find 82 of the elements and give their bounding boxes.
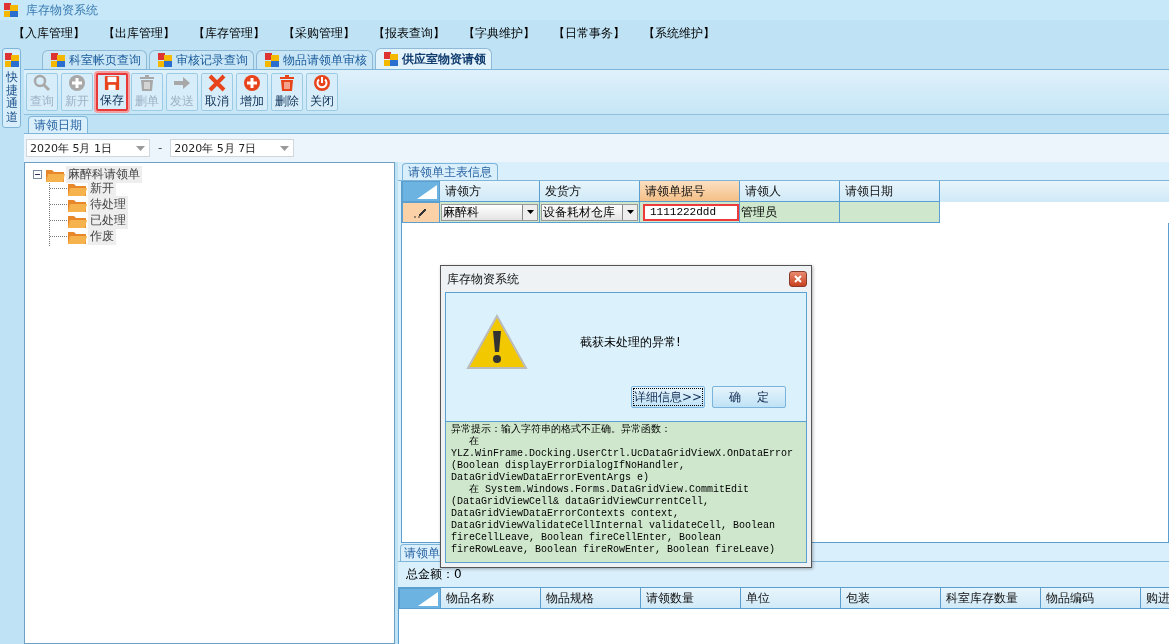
column-header[interactable]: 物品规格 bbox=[541, 588, 641, 609]
error-detail-line: fireRowLeave, Boolean fireRowEnter, Boolean fireLeave) bbox=[451, 544, 777, 556]
menu-item[interactable]: 【字典维护】 bbox=[463, 24, 535, 42]
close-button[interactable] bbox=[789, 271, 807, 287]
arrow-right-icon bbox=[173, 74, 191, 92]
error-detail-line: DataGridViewDataErrorEventArgs e) bbox=[451, 472, 651, 484]
error-detail-line: DataGridViewDataErrorContexts context, bbox=[451, 508, 681, 520]
range-separator: - bbox=[158, 141, 163, 155]
tree-item[interactable]: 麻醉科请领单 bbox=[66, 165, 142, 183]
collapse-toggle[interactable] bbox=[33, 169, 42, 179]
tab[interactable]: 审核记录查询 bbox=[149, 50, 254, 69]
tab-icon bbox=[384, 52, 398, 66]
app-icon bbox=[4, 3, 18, 17]
total-amount: 总金额：0 bbox=[406, 566, 462, 583]
plus-circle-icon bbox=[243, 74, 261, 92]
dialog-button[interactable]: 确 定 bbox=[712, 386, 786, 408]
column-header[interactable]: 物品编码 bbox=[1041, 588, 1141, 609]
warning-icon bbox=[466, 314, 528, 370]
error-detail-line: fireCellLeave, Boolean fireCellEnter, Boolean bbox=[451, 532, 723, 544]
column-header[interactable]: 包装 bbox=[841, 588, 941, 609]
error-detail-line: (DataGridViewCell& dataGridViewCurrentCell, bbox=[451, 496, 711, 508]
toolbar-button[interactable]: 删除 bbox=[271, 73, 303, 111]
menu-item[interactable]: 【报表查询】 bbox=[373, 24, 445, 42]
group-title: 请领单主表信息 bbox=[402, 163, 498, 180]
combo-box[interactable]: 麻醉科 bbox=[441, 203, 538, 221]
column-header[interactable]: 请领单据号 bbox=[640, 181, 740, 202]
tab-icon bbox=[51, 53, 65, 67]
toolbar-button[interactable]: 关闭 bbox=[306, 73, 338, 111]
menu-item[interactable]: 【系统维护】 bbox=[643, 24, 715, 42]
tree-item[interactable]: 新开 bbox=[88, 179, 116, 197]
x-icon bbox=[208, 74, 226, 92]
quick-access-bar[interactable]: 快捷通道 bbox=[2, 48, 21, 128]
toolbar-button[interactable]: 取消 bbox=[201, 73, 233, 111]
tree-item[interactable]: 待处理 bbox=[88, 195, 128, 213]
trash-icon bbox=[138, 74, 156, 92]
pencil-icon bbox=[413, 207, 427, 218]
column-header[interactable]: 单位 bbox=[741, 588, 841, 609]
date-picker[interactable]: 2020年 5月 7日 bbox=[170, 139, 295, 157]
cell-input[interactable]: 1111222ddd bbox=[643, 203, 739, 221]
select-all-icon bbox=[417, 184, 437, 199]
error-detail-line: 在 System.Windows.Forms.DataGridView.CommitEdit bbox=[468, 484, 751, 496]
column-header[interactable]: 物品名称 bbox=[441, 588, 541, 609]
dropdown-arrow-icon bbox=[526, 210, 534, 214]
tab[interactable]: 物品请领单审核 bbox=[256, 50, 373, 69]
dialog-message: 截获未处理的异常! bbox=[580, 333, 681, 351]
plus-circle-icon bbox=[68, 74, 86, 92]
column-header[interactable]: 科室库存数量 bbox=[941, 588, 1041, 609]
menu-item[interactable]: 【出库管理】 bbox=[103, 24, 175, 42]
table-cell: 管理员 bbox=[740, 202, 840, 223]
power-icon bbox=[313, 74, 331, 92]
menu-item[interactable]: 【库存管理】 bbox=[193, 24, 265, 42]
toolbar-button[interactable]: 保存 bbox=[96, 73, 128, 111]
app-icon bbox=[4, 53, 19, 67]
error-detail-line: YLZ.WinFrame.Docking.UserCtrl.UcDataGridViewX.OnDataError bbox=[451, 448, 795, 460]
error-detail-line: 异常提示：输入字符串的格式不正确。异常函数： bbox=[451, 424, 672, 436]
error-detail-line: DataGridViewValidateCellInternal validateCell, Boolean bbox=[451, 520, 777, 532]
dialog-button[interactable]: 详细信息>> bbox=[631, 386, 705, 408]
tab-icon bbox=[158, 53, 172, 67]
trash-icon bbox=[278, 74, 296, 92]
error-detail-line: (Boolean displayErrorDialogIfNoHandler, bbox=[451, 460, 687, 472]
date-picker[interactable]: 2020年 5月 1日 bbox=[26, 139, 150, 157]
window-title: 库存物资系统 bbox=[26, 1, 98, 19]
select-all-icon bbox=[418, 591, 438, 606]
column-header[interactable]: 购进 bbox=[1141, 588, 1169, 609]
dropdown-arrow-icon bbox=[136, 145, 145, 151]
dropdown-arrow-icon bbox=[280, 145, 290, 151]
column-header[interactable]: 请领数量 bbox=[641, 588, 741, 609]
menu-item[interactable]: 【入库管理】 bbox=[13, 24, 85, 42]
tab-icon bbox=[265, 53, 279, 67]
tab[interactable]: 科室帐页查询 bbox=[42, 50, 147, 69]
dialog-title: 库存物资系统 bbox=[447, 270, 519, 288]
tab[interactable]: 供应室物资请领 bbox=[375, 48, 492, 69]
toolbar-button[interactable]: 增加 bbox=[236, 73, 268, 111]
menu-item[interactable]: 【采购管理】 bbox=[283, 24, 355, 42]
error-detail-line: 在 bbox=[468, 436, 480, 448]
close-icon bbox=[794, 275, 802, 283]
menu-item[interactable]: 【日常事务】 bbox=[553, 24, 625, 42]
search-icon bbox=[33, 74, 51, 92]
group-title: 请领日期 bbox=[28, 116, 88, 133]
dropdown-arrow-icon bbox=[626, 210, 634, 214]
row-header-cell[interactable] bbox=[402, 202, 440, 223]
combo-box[interactable]: 设备耗材仓库 bbox=[541, 203, 638, 221]
